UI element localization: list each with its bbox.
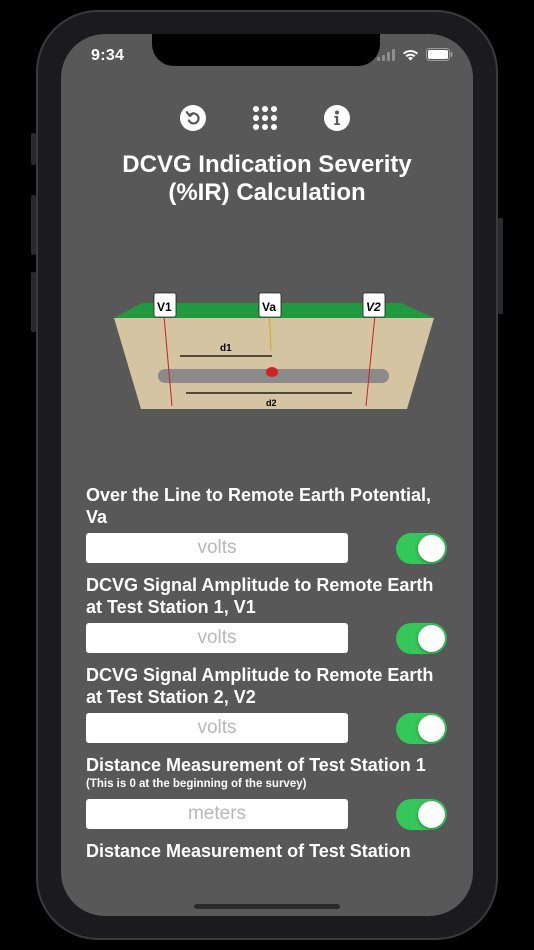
cellular-icon (377, 48, 395, 61)
v2-volts-input[interactable] (86, 713, 348, 743)
probe-v2-label: V2 (366, 300, 381, 314)
info-button[interactable] (323, 104, 351, 132)
ts1-distance-input[interactable] (86, 799, 348, 829)
undo-button[interactable] (179, 104, 207, 132)
toggle-knob (418, 800, 445, 828)
toggle-knob (418, 534, 445, 562)
field-v1: DCVG Signal Amplitude to Remote Earth at… (86, 574, 451, 655)
field-row-ts1-distance (86, 797, 451, 831)
page-title: DCVG Indication Severity (%IR) Calculati… (61, 151, 473, 207)
v1-volts-input[interactable] (86, 623, 348, 653)
mute-switch (31, 133, 36, 165)
toggle-knob (418, 714, 445, 742)
field-label-v1: DCVG Signal Amplitude to Remote Earth at… (86, 575, 434, 617)
diagram-soil (114, 318, 434, 409)
va-volts-input[interactable] (86, 533, 348, 563)
power-button (498, 218, 503, 314)
diagram-defect (266, 367, 278, 377)
field-label-va: Over the Line to Remote Earth Potential,… (86, 485, 432, 527)
field-label-ts2-distance: Distance Measurement of Test Station (86, 841, 411, 861)
input-form: Over the Line to Remote Earth Potential,… (86, 484, 451, 862)
status-time: 9:34 (91, 47, 125, 64)
dcvg-diagram: d1 d2 V1 Va V2 (114, 292, 434, 409)
volume-up-button (31, 195, 36, 255)
field-label-v2: DCVG Signal Amplitude to Remote Earth at… (86, 665, 434, 707)
field-ts1-distance: Distance Measurement of Test Station 1 (… (86, 754, 451, 831)
toolbar (61, 104, 473, 134)
notch (152, 34, 380, 66)
page-title-line-1: DCVG Indication Severity (122, 151, 412, 178)
diagram-label-d1: d1 (220, 343, 232, 354)
diagram-label-d2: d2 (266, 398, 277, 408)
info-circle-icon (324, 105, 350, 131)
field-label-ts1-distance: Distance Measurement of Test Station 1 (86, 755, 426, 775)
field-row-va (86, 531, 451, 565)
field-v2: DCVG Signal Amplitude to Remote Earth at… (86, 664, 451, 745)
v2-toggle[interactable] (396, 712, 447, 744)
field-va: Over the Line to Remote Earth Potential,… (86, 484, 451, 565)
wifi-icon (403, 49, 418, 60)
status-icons (377, 48, 453, 61)
probe-va-label: Va (262, 300, 276, 314)
v1-toggle[interactable] (396, 622, 447, 654)
undo-circle-icon (180, 105, 206, 131)
home-indicator (194, 904, 340, 909)
toggle-knob (418, 624, 445, 652)
grid-icon (253, 106, 277, 130)
field-row-v1 (86, 621, 451, 655)
battery-icon (426, 48, 453, 61)
page-title-line-2: (%IR) Calculation (168, 179, 366, 206)
field-row-v2 (86, 711, 451, 745)
field-note-ts1-distance: (This is 0 at the beginning of the surve… (86, 778, 307, 790)
app-screen: 9:34 DCVG Indication Severity (%IR) Calc… (61, 34, 473, 916)
volume-down-button (31, 272, 36, 332)
menu-grid-button[interactable] (251, 104, 279, 132)
ts1-distance-toggle[interactable] (396, 798, 447, 830)
va-toggle[interactable] (396, 532, 447, 564)
probe-v1-label: V1 (157, 300, 172, 314)
